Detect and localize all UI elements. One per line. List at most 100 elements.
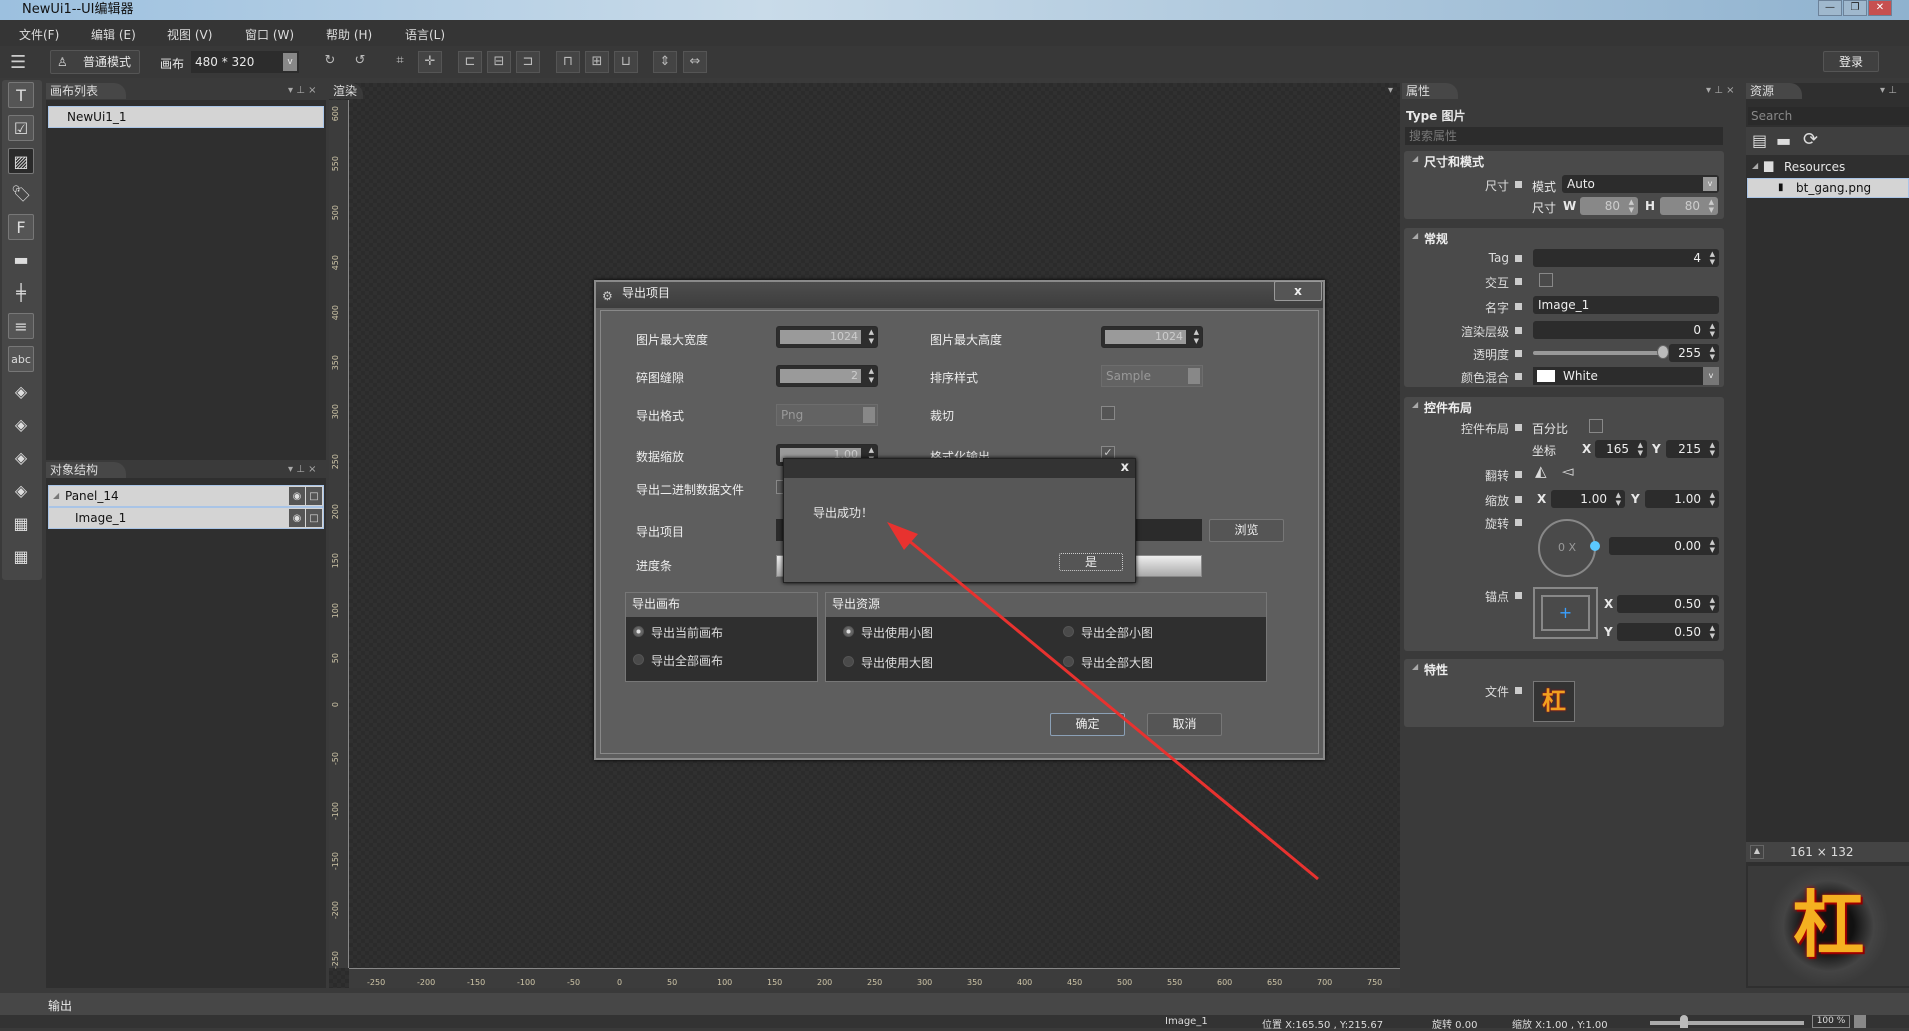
mode-select[interactable]: Auto v bbox=[1562, 175, 1719, 193]
new-file-icon[interactable]: ▤ bbox=[1752, 131, 1767, 150]
spin-arrows-icon[interactable]: ▲▼ bbox=[1710, 538, 1715, 554]
rotate-spinbox[interactable]: 0.00 ▲ ▼ bbox=[1609, 537, 1719, 555]
spin-arrows-icon[interactable]: ▲▼ bbox=[1709, 198, 1714, 214]
rotate-value: 0.00 bbox=[1674, 539, 1701, 553]
preview-size: 161 × 132 bbox=[1790, 845, 1854, 859]
scale-x-spinbox[interactable]: 1.00 ▲ ▼ bbox=[1551, 490, 1625, 508]
collapse-triangle-icon[interactable]: ◢ bbox=[1412, 400, 1418, 409]
rotation-handle[interactable] bbox=[1590, 541, 1600, 551]
type-key: Type bbox=[1406, 109, 1438, 123]
rotation-dial[interactable]: 0 X bbox=[1538, 519, 1596, 577]
pin-icon[interactable] bbox=[1515, 471, 1522, 478]
spin-arrows-icon[interactable]: ▲▼ bbox=[1710, 441, 1715, 457]
file-thumbnail[interactable]: 杠 bbox=[1533, 681, 1575, 722]
resource-search-input[interactable]: Search bbox=[1748, 107, 1909, 125]
property-search-input[interactable]: 搜索属性 bbox=[1405, 127, 1723, 145]
flip-vertical-icon[interactable]: ◅ bbox=[1562, 462, 1574, 480]
spin-arrows-icon[interactable]: ▲▼ bbox=[1629, 198, 1634, 214]
pin-icon[interactable] bbox=[1515, 424, 1522, 431]
collapse-triangle-icon[interactable]: ◢ bbox=[1412, 231, 1418, 240]
layer-spinbox[interactable]: 0 ▲ ▼ bbox=[1533, 321, 1719, 339]
alpha-slider-handle[interactable] bbox=[1657, 345, 1669, 359]
alpha-spinbox[interactable]: 255 ▲ ▼ bbox=[1669, 344, 1719, 362]
pin-icon[interactable] bbox=[1515, 327, 1522, 334]
anchor-y-value: 0.50 bbox=[1674, 625, 1701, 639]
interact-label: 交互 bbox=[1484, 276, 1509, 290]
width-spinbox[interactable]: 80 ▲ ▼ bbox=[1580, 197, 1638, 215]
spin-arrows-icon[interactable]: ▲▼ bbox=[1710, 596, 1715, 612]
rotate-label: 旋转 bbox=[1484, 517, 1509, 531]
collapse-triangle-icon[interactable]: ◢ bbox=[1412, 154, 1418, 163]
panel-options-icon[interactable]: ▾ ⊥ bbox=[1880, 85, 1897, 96]
resource-preview-image: 杠 bbox=[1748, 866, 1909, 986]
name-input[interactable]: Image_1 bbox=[1533, 296, 1719, 314]
pin-icon[interactable] bbox=[1515, 519, 1522, 526]
resource-file[interactable]: ▮ bt_gang.png bbox=[1747, 178, 1909, 198]
tag-label: Tag bbox=[1488, 251, 1509, 265]
folder-icon[interactable]: ▬ bbox=[1776, 131, 1791, 150]
pos-y-spinbox[interactable]: 215 ▲ ▼ bbox=[1666, 440, 1719, 458]
alpha-slider-track[interactable] bbox=[1533, 351, 1663, 355]
tag-spinbox[interactable]: 4 ▲ ▼ bbox=[1533, 249, 1719, 267]
spin-arrows-icon[interactable]: ▲▼ bbox=[1710, 322, 1715, 338]
pin-icon[interactable] bbox=[1515, 278, 1522, 285]
scale-x-value: 1.00 bbox=[1580, 492, 1607, 506]
spin-arrows-icon[interactable]: ▲▼ bbox=[1710, 345, 1715, 361]
resource-folder[interactable]: Resources bbox=[1784, 160, 1845, 174]
size2-label: 尺寸 bbox=[1532, 201, 1557, 215]
type-value: 图片 bbox=[1441, 109, 1466, 123]
pin-icon[interactable] bbox=[1515, 350, 1522, 357]
anchor-y-spinbox[interactable]: 0.50 ▲ ▼ bbox=[1617, 623, 1719, 641]
anchor-x-spinbox[interactable]: 0.50 ▲ ▼ bbox=[1617, 595, 1719, 613]
pos-x-spinbox[interactable]: 165 ▲ ▼ bbox=[1595, 440, 1647, 458]
scale-y-spinbox[interactable]: 1.00 ▲ ▼ bbox=[1645, 490, 1719, 508]
blend-label: 颜色混合 bbox=[1460, 371, 1509, 385]
spin-arrows-icon[interactable]: ▲▼ bbox=[1638, 441, 1643, 457]
height-spinbox[interactable]: 80 ▲ ▼ bbox=[1660, 197, 1718, 215]
mode-value: Auto bbox=[1567, 177, 1595, 191]
output-bar: 输出 bbox=[0, 993, 1909, 1015]
anchor-x-label: X bbox=[1604, 597, 1614, 611]
anchor-plus-icon[interactable]: + bbox=[1541, 595, 1590, 631]
pin-icon[interactable] bbox=[1515, 181, 1522, 188]
pin-icon[interactable] bbox=[1515, 255, 1522, 262]
resource-file-name: bt_gang.png bbox=[1796, 181, 1872, 195]
type-label: Type 图片 bbox=[1406, 107, 1466, 124]
pin-icon[interactable] bbox=[1515, 303, 1522, 310]
spin-arrows-icon[interactable]: ▲▼ bbox=[1710, 624, 1715, 640]
expand-triangle-icon[interactable]: ◢ bbox=[1752, 161, 1758, 170]
pin-icon[interactable] bbox=[1515, 373, 1522, 380]
zoom-slider-handle[interactable] bbox=[1680, 1015, 1688, 1028]
w-label: W bbox=[1563, 199, 1577, 213]
properties-scrollbar[interactable] bbox=[1728, 100, 1740, 988]
collapse-triangle-icon[interactable]: ◢ bbox=[1412, 662, 1418, 671]
percent-checkbox[interactable] bbox=[1589, 419, 1603, 433]
output-tab[interactable]: 输出 bbox=[48, 997, 72, 1014]
spin-arrows-icon[interactable]: ▲▼ bbox=[1710, 250, 1715, 266]
zoom-value[interactable]: 100 % bbox=[1812, 1015, 1850, 1028]
pin-icon[interactable] bbox=[1515, 687, 1522, 694]
pin-icon[interactable] bbox=[1515, 592, 1522, 599]
preview-header: ▲ 161 × 132 bbox=[1746, 842, 1909, 862]
spin-arrows-icon[interactable]: ▲▼ bbox=[1710, 491, 1715, 507]
zoom-dropdown-icon[interactable] bbox=[1854, 1015, 1866, 1028]
arrow-shaft bbox=[895, 528, 1319, 881]
refresh-icon[interactable]: ⟳ bbox=[1803, 129, 1818, 150]
percent-label: 百分比 bbox=[1532, 422, 1569, 436]
layout-header: 控件布局 bbox=[1424, 401, 1473, 415]
flip-horizontal-icon[interactable]: ◭ bbox=[1535, 462, 1547, 480]
blend-value: White bbox=[1563, 369, 1598, 383]
spin-arrows-icon[interactable]: ▲▼ bbox=[1616, 491, 1621, 507]
zoom-slider[interactable] bbox=[1650, 1021, 1804, 1025]
interact-checkbox[interactable] bbox=[1539, 273, 1553, 287]
status-scale: 缩放 X:1.00 , Y:1.00 bbox=[1512, 1020, 1608, 1031]
rotation-dial-label: 0 X bbox=[1557, 541, 1577, 554]
size-mode-header: 尺寸和模式 bbox=[1424, 155, 1485, 169]
anchor-picker[interactable]: + bbox=[1533, 587, 1598, 639]
panel-options-icon[interactable]: ▾ ⊥ × bbox=[1706, 85, 1734, 96]
pin-icon[interactable] bbox=[1515, 496, 1522, 503]
resources-title: 资源 bbox=[1746, 83, 1802, 99]
collapse-up-icon[interactable]: ▲ bbox=[1750, 845, 1764, 859]
blend-select[interactable]: White v bbox=[1533, 367, 1719, 385]
scale-label: 缩放 bbox=[1484, 494, 1509, 508]
